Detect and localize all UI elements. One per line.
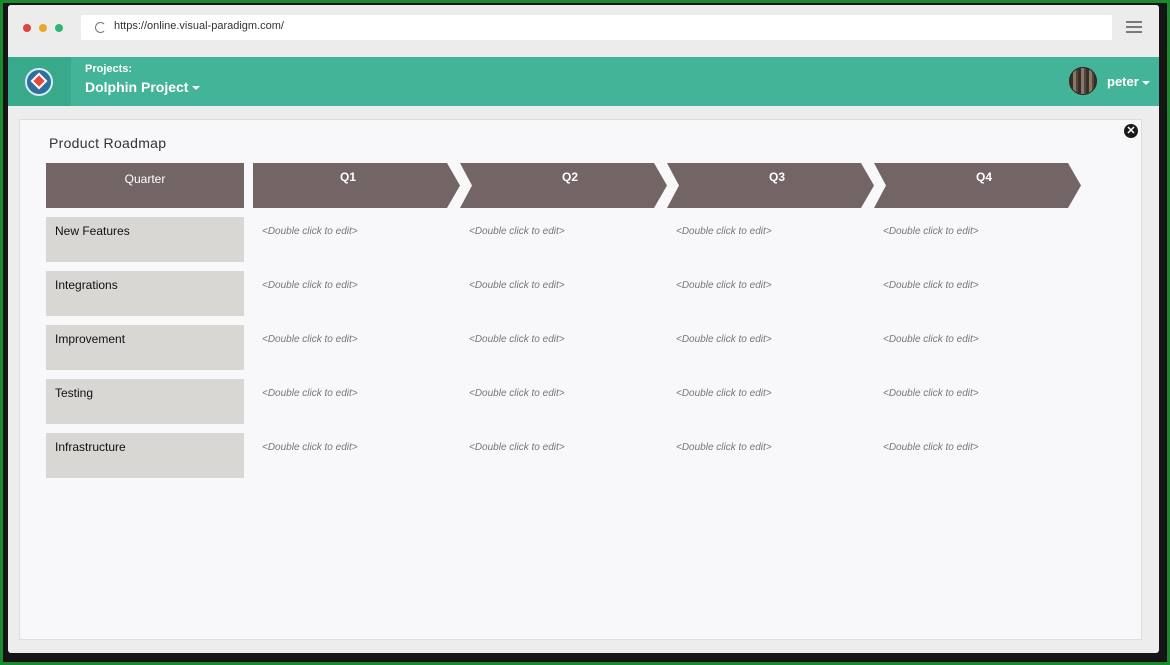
close-window-dot[interactable] [23,24,31,32]
row-label-integrations[interactable]: Integrations [46,271,244,316]
avatar[interactable] [1069,67,1097,95]
reload-icon[interactable] [95,22,106,33]
roadmap-cell[interactable]: <Double click to edit> [883,442,1073,453]
app-header: Projects: Dolphin Project peter [8,57,1159,106]
quarter-q1[interactable]: Q1 [253,163,460,208]
roadmap-cell[interactable]: <Double click to edit> [262,280,452,291]
user-menu[interactable]: peter [1107,74,1150,89]
roadmap-cell[interactable]: <Double click to edit> [676,226,866,237]
roadmap-cell[interactable]: <Double click to edit> [469,388,659,399]
project-name: Dolphin Project [85,79,189,95]
row-label-new-features[interactable]: New Features [46,217,244,262]
quarter-label: Q2 [561,170,578,184]
close-icon[interactable]: ✕ [1124,124,1138,138]
roadmap-cell[interactable]: <Double click to edit> [469,226,659,237]
browser-chrome: https://online.visual-paradigm.com/ [8,5,1159,57]
quarter-q2[interactable]: Q2 [460,163,667,208]
roadmap-title: Product Roadmap [49,135,167,151]
caret-down-icon [192,86,201,91]
roadmap-cell[interactable]: <Double click to edit> [469,334,659,345]
address-bar[interactable]: https://online.visual-paradigm.com/ [81,15,1112,40]
roadmap-cell[interactable]: <Double click to edit> [469,280,659,291]
quarter-label: Q4 [975,170,992,184]
quarter-header: Quarter [46,163,244,208]
roadmap-cell[interactable]: <Double click to edit> [262,226,452,237]
app-logo[interactable] [8,57,71,106]
roadmap-cell[interactable]: <Double click to edit> [676,334,866,345]
url-text[interactable]: https://online.visual-paradigm.com/ [114,20,284,32]
roadmap-cell[interactable]: <Double click to edit> [469,442,659,453]
row-label-testing[interactable]: Testing [46,379,244,424]
minimize-window-dot[interactable] [39,24,47,32]
quarter-label: Q1 [339,170,356,184]
quarter-label: Q3 [768,170,785,184]
roadmap-cell[interactable]: <Double click to edit> [262,388,452,399]
roadmap-cell[interactable]: <Double click to edit> [883,226,1073,237]
caret-down-icon [1141,80,1150,85]
roadmap-cell[interactable]: <Double click to edit> [883,334,1073,345]
roadmap-cell[interactable]: <Double click to edit> [883,280,1073,291]
hamburger-menu-icon[interactable] [1126,21,1142,33]
roadmap-panel: ✕ Product Roadmap Quarter Q1 Q2 Q3 Q4 Ne… [19,119,1142,640]
quarter-q4[interactable]: Q4 [874,163,1081,208]
roadmap-cell[interactable]: <Double click to edit> [262,442,452,453]
row-label-infrastructure[interactable]: Infrastructure [46,433,244,478]
roadmap-cell[interactable]: <Double click to edit> [883,388,1073,399]
roadmap-cell[interactable]: <Double click to edit> [676,280,866,291]
maximize-window-dot[interactable] [55,24,63,32]
logo-icon [25,68,53,96]
roadmap-cell[interactable]: <Double click to edit> [262,334,452,345]
project-selector[interactable]: Dolphin Project [85,79,201,95]
row-label-improvement[interactable]: Improvement [46,325,244,370]
projects-label: Projects: [85,63,133,75]
quarter-q3[interactable]: Q3 [667,163,874,208]
browser-window: https://online.visual-paradigm.com/ Proj… [8,5,1159,653]
user-name: peter [1107,74,1139,89]
roadmap-cell[interactable]: <Double click to edit> [676,388,866,399]
roadmap-cell[interactable]: <Double click to edit> [676,442,866,453]
